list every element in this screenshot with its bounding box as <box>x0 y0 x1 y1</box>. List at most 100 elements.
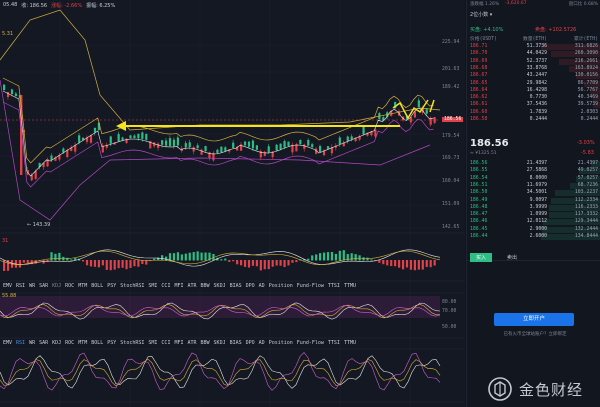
indicator-tab[interactable]: BOLL <box>91 283 103 289</box>
candle-body <box>232 142 235 149</box>
indicator-tab[interactable]: ATR <box>187 340 196 346</box>
macd-bar <box>161 255 164 261</box>
macd-bar <box>240 260 243 266</box>
indicator-tab[interactable]: DPO <box>246 340 255 346</box>
indicator-tab[interactable]: StochRSI <box>120 340 144 346</box>
ask-price: 186.58 <box>470 117 488 122</box>
indicator-tab[interactable]: MFI <box>174 340 183 346</box>
indicator-tab[interactable]: Fund-Flow <box>297 283 324 289</box>
bid-total: 112.2334 <box>574 197 598 203</box>
indicator-tab-active[interactable]: RSI <box>16 340 25 346</box>
indicator-tab[interactable]: DPO <box>246 283 255 289</box>
indicator-tab[interactable]: BOLL <box>91 340 103 346</box>
indicator-tab[interactable]: EMV <box>3 340 12 346</box>
indicator-tab[interactable]: CCI <box>161 283 170 289</box>
indicator-tab[interactable]: BBW <box>201 340 210 346</box>
indicator-tab[interactable]: TTMU <box>344 340 356 346</box>
indicator-tab[interactable]: EMV <box>3 283 12 289</box>
indicator-tab[interactable]: SKDJ <box>214 340 226 346</box>
indicator-tab[interactable]: ROC <box>65 340 74 346</box>
bid-row[interactable]: 186.55 27.5868 49.0257 <box>467 168 600 175</box>
indicator-tab[interactable]: TTMU <box>344 283 356 289</box>
chart-area[interactable]: 05.48 收: 186.56 涨幅: -2.66% 振幅: 6.25% 5.3… <box>0 0 465 407</box>
indicator-tab[interactable]: MTM <box>78 340 87 346</box>
macd-bar <box>228 260 231 262</box>
indicator-tab[interactable]: AD <box>259 283 265 289</box>
indicator-tab[interactable]: MTM <box>78 283 87 289</box>
candle-body <box>137 133 140 139</box>
bid-row[interactable]: 186.49 9.0097 112.2334 <box>467 197 600 204</box>
indicator-tab[interactable]: TTSI <box>328 283 340 289</box>
tab-sell[interactable]: 卖出 <box>507 254 517 261</box>
bid-row[interactable]: 186.44 2.6000 134.8444 <box>467 234 600 240</box>
bid-row[interactable]: 186.50 34.5001 103.2237 <box>467 190 600 197</box>
indicator-tab[interactable]: KDJ <box>52 283 61 289</box>
support-arrow-head <box>116 121 126 131</box>
bid-row[interactable]: 186.56 21.4397 21.4397 <box>467 161 600 167</box>
indicator-tab[interactable]: RSI <box>16 283 25 289</box>
bid-row[interactable]: 186.45 2.9000 132.2444 <box>467 226 600 233</box>
indicator-tab[interactable]: AD <box>259 340 265 346</box>
indicator-tab[interactable]: SAR <box>39 283 48 289</box>
indicator-tab[interactable]: PSY <box>107 340 116 346</box>
indicator-tab[interactable]: PSY <box>107 283 116 289</box>
ask-row[interactable]: 186.62 0.7730 40.3469 <box>467 95 600 102</box>
indicator-tab[interactable]: Fund-Flow <box>297 340 324 346</box>
bind-notice[interactable]: 已有火币全球站账户？立即绑定 <box>479 331 591 337</box>
ask-row[interactable]: 186.60 1.7839 2.0303 <box>467 110 600 116</box>
ask-row[interactable]: 186.61 37.5436 39.5739 <box>467 102 600 109</box>
bid-row[interactable]: 186.48 3.9999 116.2333 <box>467 204 600 211</box>
indicator-tab[interactable]: MFI <box>174 283 183 289</box>
indicator-tab[interactable]: WR <box>29 340 35 346</box>
ask-row[interactable]: 186.69 52.3737 216.2661 <box>467 58 600 65</box>
price-tick: 151.09 <box>442 202 460 207</box>
ask-row[interactable]: 186.64 16.4298 56.7767 <box>467 87 600 94</box>
ask-row[interactable]: 186.71 51.3736 311.6826 <box>467 44 600 50</box>
indicator-tab[interactable]: BIAS <box>230 340 242 346</box>
macd-bar <box>97 260 100 268</box>
candle-body <box>168 138 172 146</box>
macd-bar <box>417 260 420 270</box>
ask-row[interactable]: 186.58 0.2444 0.2444 <box>467 117 600 123</box>
ask-row[interactable]: 186.68 33.8768 163.8924 <box>467 65 600 72</box>
indicator-tab[interactable]: Position <box>269 283 293 289</box>
candle-body <box>417 100 420 108</box>
indicator-tab[interactable]: ATR <box>187 283 196 289</box>
candle-body <box>263 151 266 156</box>
open-account-button[interactable]: 立即开户 <box>494 313 574 326</box>
ask-row[interactable]: 186.70 44.0429 260.3090 <box>467 51 600 58</box>
macd-bar <box>184 253 187 261</box>
indicator-tab[interactable]: KDJ <box>52 340 61 346</box>
ask-row[interactable]: 186.65 29.9842 86.7709 <box>467 80 600 87</box>
macd-bar <box>350 253 353 261</box>
indicator-tab[interactable]: StochRSI <box>120 283 144 289</box>
indicator-tab[interactable]: CCI <box>161 340 170 346</box>
tab-buy[interactable]: 买入 <box>470 253 493 262</box>
bid-row[interactable]: 186.46 12.0112 129.3444 <box>467 219 600 226</box>
candle-body <box>117 134 120 142</box>
indicator-tab[interactable]: ROC <box>65 283 74 289</box>
bid-row[interactable]: 186.54 8.0000 57.0257 <box>467 175 600 182</box>
indicator-tab[interactable]: BBW <box>201 283 210 289</box>
indicator-tab[interactable]: TTSI <box>328 340 340 346</box>
chevron-down-icon: ▾ <box>488 12 493 18</box>
indicator-tab[interactable]: SMI <box>148 340 157 346</box>
ask-total: 0.2444 <box>580 117 598 122</box>
indicator-tab[interactable]: SKDJ <box>214 283 226 289</box>
indicator-tab[interactable]: Position <box>269 340 293 346</box>
ask-price: 186.62 <box>470 95 488 101</box>
indicator-tab[interactable]: BIAS <box>230 283 242 289</box>
indicator-tab[interactable]: SMI <box>148 283 157 289</box>
bid-total: 134.8444 <box>574 234 598 239</box>
indicator-tab[interactable]: WR <box>29 283 35 289</box>
indicator-tab[interactable]: SAR <box>39 340 48 346</box>
bid-row[interactable]: 186.47 1.0999 117.3332 <box>467 212 600 219</box>
bid-amount: 12.0112 <box>526 219 547 225</box>
macd-bar <box>401 260 405 270</box>
ask-row[interactable]: 186.67 43.2447 130.0156 <box>467 73 600 80</box>
trade-tabs: 买入 卖出 <box>467 252 600 262</box>
bid-row[interactable]: 186.51 11.6979 68.7236 <box>467 182 600 189</box>
macd-bar <box>326 252 330 261</box>
precision-select[interactable]: 2位小数 ▾ <box>470 11 492 18</box>
ask-price: 186.70 <box>470 51 488 57</box>
